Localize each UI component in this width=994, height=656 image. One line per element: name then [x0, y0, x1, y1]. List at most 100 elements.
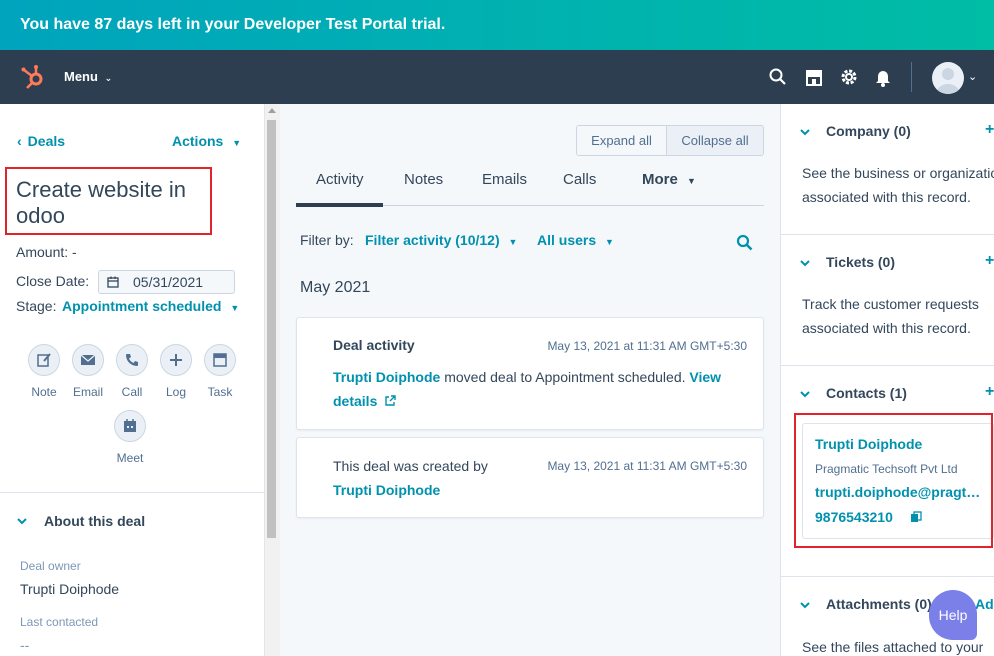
all-users-dropdown[interactable]: All users ▼: [537, 232, 614, 248]
menu-button[interactable]: Menu ⌄: [64, 69, 112, 84]
chevron-down-icon: ⌄: [104, 73, 113, 83]
search-icon[interactable]: [736, 234, 753, 251]
activity-card[interactable]: Deal activity May 13, 2021 at 11:31 AM G…: [296, 317, 764, 430]
deal-owner-label: Deal owner: [20, 559, 81, 573]
filter-activity-dropdown[interactable]: Filter activity (10/12) ▼: [365, 232, 517, 248]
scroll-up-arrow-icon[interactable]: [268, 108, 276, 113]
scrollbar-thumb[interactable]: [267, 120, 276, 538]
search-icon[interactable]: [768, 67, 788, 87]
last-contacted-label: Last contacted: [20, 615, 99, 629]
bell-icon[interactable]: [873, 67, 893, 87]
caret-down-icon: ▼: [687, 176, 696, 186]
external-link-icon: [385, 395, 396, 406]
tickets-description-line-1: Track the customer requests: [802, 296, 979, 312]
hubspot-logo-icon[interactable]: [20, 64, 46, 90]
associations-sidebar: Company (0) + See the business or organi…: [780, 104, 994, 656]
chevron-down-icon[interactable]: [799, 599, 811, 611]
email-action[interactable]: Email: [63, 344, 113, 399]
tickets-description-line-2: associated with this record.: [802, 320, 971, 336]
contact-phone-link[interactable]: 9876543210: [815, 509, 893, 525]
note-icon: [37, 353, 51, 367]
avatar[interactable]: [932, 62, 964, 94]
highlight-box: [794, 413, 993, 548]
contact-name-link[interactable]: Trupti Doiphode: [815, 436, 922, 452]
tab-more[interactable]: More ▼: [642, 171, 696, 188]
note-action[interactable]: Note: [19, 344, 69, 399]
call-action[interactable]: Call: [107, 344, 157, 399]
add-contact-button[interactable]: +: [985, 383, 994, 401]
chevron-down-icon[interactable]: [16, 515, 28, 527]
user-avatar-icon: [937, 68, 959, 94]
nav-divider: [911, 62, 912, 92]
collapse-all-button[interactable]: Collapse all: [667, 126, 763, 155]
close-date-field[interactable]: 05/31/2021: [98, 270, 235, 294]
tickets-description: Track the customer requests associated w…: [802, 292, 994, 340]
filter-by-label: Filter by:: [300, 232, 354, 248]
trial-banner: You have 87 days left in your Developer …: [0, 0, 994, 50]
deal-title[interactable]: Create website in odoo: [16, 177, 206, 229]
add-company-button[interactable]: +: [985, 121, 994, 139]
tab-emails[interactable]: Emails: [482, 171, 527, 188]
add-attachment-link[interactable]: Add: [975, 596, 994, 612]
log-action[interactable]: Log: [151, 344, 201, 399]
caret-down-icon: ▼: [230, 303, 240, 313]
tab-activity[interactable]: Activity: [316, 171, 364, 188]
actions-dropdown[interactable]: Actions ▼: [172, 133, 241, 149]
actions-label: Actions: [172, 133, 224, 149]
card-timestamp: May 13, 2021 at 11:31 AM GMT+5:30: [547, 339, 747, 353]
menu-label: Menu: [64, 69, 98, 84]
stage-label: Stage:: [16, 298, 57, 314]
company-description: See the business or organization associa…: [802, 161, 994, 209]
deal-sidebar: ‹ Deals Actions ▼ Create website in odoo …: [0, 104, 264, 656]
actor-link[interactable]: Trupti Doiphode: [333, 478, 743, 502]
tab-notes[interactable]: Notes: [404, 171, 443, 188]
chevron-down-icon[interactable]: ⌄: [968, 70, 977, 83]
caret-down-icon: ▼: [508, 237, 518, 247]
help-button[interactable]: Help: [929, 590, 977, 640]
contact-company: Pragmatic Techsoft Pvt Ltd: [815, 462, 958, 476]
actor-link[interactable]: Trupti Doiphode: [333, 369, 440, 385]
expand-all-button[interactable]: Expand all: [577, 126, 668, 155]
attachments-section-title[interactable]: Attachments (0): [826, 596, 932, 612]
deal-owner-value[interactable]: Trupti Doiphode: [20, 581, 119, 597]
back-to-deals-link[interactable]: ‹ Deals: [17, 133, 65, 149]
log-action-label: Log: [165, 385, 187, 399]
tickets-section-title[interactable]: Tickets (0): [826, 254, 895, 270]
contact-email-link[interactable]: trupti.doiphode@pragtech.co.in: [815, 484, 981, 500]
company-section-title[interactable]: Company (0): [826, 123, 911, 139]
timeline-month: May 2021: [300, 279, 371, 296]
chevron-left-icon: ‹: [17, 133, 22, 149]
stage-dropdown[interactable]: Appointment scheduled ▼: [62, 298, 239, 314]
chevron-down-icon[interactable]: [799, 388, 811, 400]
task-action[interactable]: Task: [195, 344, 245, 399]
top-navigation: Menu ⌄ ⌄: [0, 50, 994, 104]
close-date-value: 05/31/2021: [133, 274, 204, 290]
card-heading: Deal activity: [333, 337, 415, 353]
copy-icon[interactable]: [910, 511, 922, 523]
amount-property[interactable]: Amount: -: [16, 244, 77, 260]
active-tab-indicator: [296, 203, 383, 207]
meet-action[interactable]: Meet: [105, 410, 155, 465]
divider: [781, 234, 994, 235]
marketplace-icon[interactable]: [804, 67, 824, 87]
filter-activity-label: Filter activity (10/12): [365, 232, 500, 248]
company-description-line-2: associated with this record.: [802, 189, 971, 205]
chevron-down-icon[interactable]: [799, 126, 811, 138]
help-label: Help: [938, 607, 968, 623]
last-contacted-value: --: [20, 637, 30, 653]
caret-down-icon: ▼: [605, 237, 614, 247]
activity-card[interactable]: This deal was created by Trupti Doiphode…: [296, 437, 764, 518]
add-ticket-button[interactable]: +: [985, 252, 994, 270]
meet-icon: [124, 419, 136, 432]
about-this-deal-header[interactable]: About this deal: [44, 513, 145, 529]
gear-icon[interactable]: [839, 67, 859, 87]
card-timestamp: May 13, 2021 at 11:31 AM GMT+5:30: [547, 459, 747, 473]
tab-calls[interactable]: Calls: [563, 171, 596, 188]
task-action-label: Task: [207, 385, 233, 399]
meet-action-label: Meet: [116, 451, 144, 465]
call-icon: [126, 354, 138, 366]
chevron-down-icon[interactable]: [799, 257, 811, 269]
divider: [0, 492, 264, 493]
contacts-section-title[interactable]: Contacts (1): [826, 385, 907, 401]
all-users-label: All users: [537, 232, 597, 248]
